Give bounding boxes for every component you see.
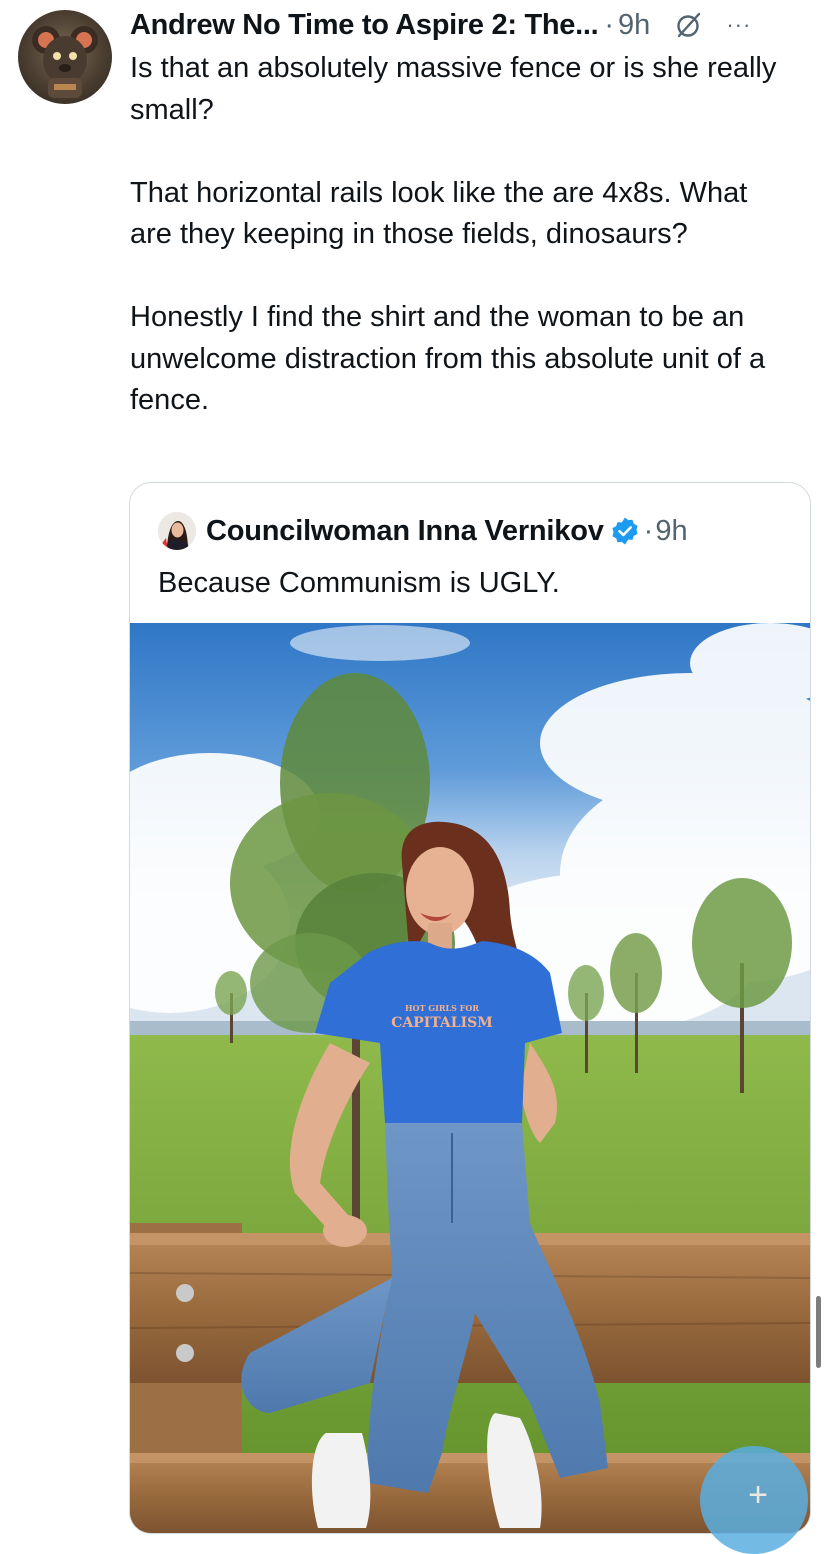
quoted-tweet-header: Councilwoman Inna Vernikov · 9h (158, 511, 688, 551)
shirt-text-main: CAPITALISM (391, 1015, 493, 1031)
quoted-separator: · (643, 514, 654, 547)
scrollbar-thumb[interactable] (816, 1296, 821, 1368)
quoted-tweet-time[interactable]: 9h (655, 515, 687, 548)
quoted-author-name[interactable]: Councilwoman Inna Vernikov (206, 515, 604, 548)
plus-icon: + (748, 1476, 768, 1514)
quoted-tweet-card[interactable]: Councilwoman Inna Vernikov · 9h Because … (129, 482, 811, 1534)
tweet-text: Is that an absolutely massive fence or i… (130, 52, 777, 416)
quoted-author-avatar[interactable] (158, 512, 196, 550)
quoted-tweet-photo[interactable]: HOT GIRLS FOR CAPITALISM (130, 623, 810, 1533)
author-name[interactable]: Andrew No Time to Aspire 2: The... (130, 9, 599, 42)
quoted-tweet-text: Because Communism is UGLY. (158, 567, 560, 599)
grok-icon[interactable] (674, 10, 704, 40)
more-icon[interactable]: ··· (726, 14, 751, 36)
compose-fab[interactable]: + (700, 1446, 808, 1554)
author-avatar[interactable] (18, 10, 112, 104)
tweet-time[interactable]: 9h (618, 9, 650, 42)
separator: · (604, 8, 615, 41)
tweet-header: Andrew No Time to Aspire 2: The... · 9h … (130, 6, 820, 44)
verified-badge-icon (610, 516, 640, 546)
shirt-text-top: HOT GIRLS FOR (405, 1003, 479, 1013)
